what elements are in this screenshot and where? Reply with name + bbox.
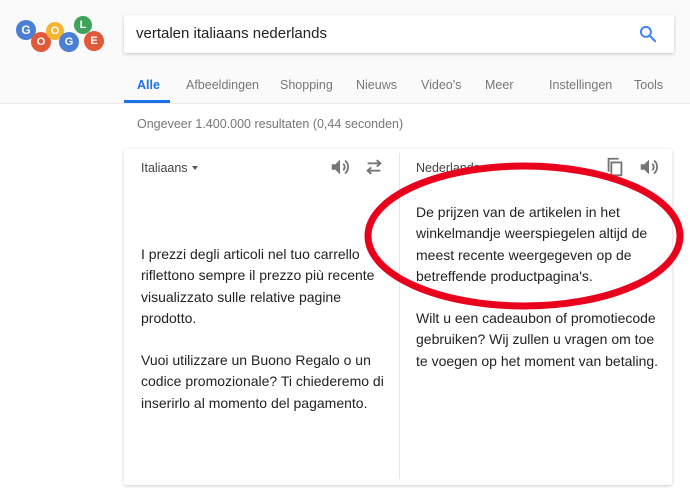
caret-down-icon xyxy=(191,166,198,170)
header: G O O G L E vertalen italiaans nederland… xyxy=(0,0,690,104)
search-input[interactable]: vertalen italiaans nederlands xyxy=(136,25,327,42)
source-paragraph: I prezzi degli articoli nel tuo carrello… xyxy=(141,246,375,326)
source-paragraph: Vuoi utilizzare un Buono Regalo o un cod… xyxy=(141,352,384,411)
search-tabs: Alle Afbeeldingen Shopping Nieuws Video'… xyxy=(0,74,690,104)
tab-news[interactable]: Nieuws xyxy=(356,78,397,92)
translator-card: Italiaans Nederlands I prezzi degli arti… xyxy=(124,149,672,485)
speaker-icon[interactable] xyxy=(329,156,351,178)
search-box[interactable]: vertalen italiaans nederlands xyxy=(124,15,674,53)
tab-images[interactable]: Afbeeldingen xyxy=(186,78,259,92)
tab-shopping[interactable]: Shopping xyxy=(280,78,333,92)
source-language-label: Italiaans xyxy=(141,161,188,175)
source-text[interactable]: I prezzi degli articoli nel tuo carrello… xyxy=(141,244,386,435)
panel-divider xyxy=(399,153,400,479)
translated-text: De prijzen van de artikelen in het winke… xyxy=(416,202,664,393)
logo-letter-g: G xyxy=(59,32,79,52)
logo-letter-e: E xyxy=(84,31,104,51)
doodle-logo[interactable]: G O O G L E xyxy=(14,14,104,54)
tab-more[interactable]: Meer xyxy=(485,78,513,92)
target-language-select[interactable]: Nederlands xyxy=(416,161,490,175)
translated-paragraph: De prijzen van de artikelen in het winke… xyxy=(416,204,648,284)
copy-icon[interactable] xyxy=(604,156,626,178)
tab-tools[interactable]: Tools xyxy=(634,78,663,92)
speaker-icon[interactable] xyxy=(638,156,660,178)
tab-settings[interactable]: Instellingen xyxy=(549,78,612,92)
source-language-select[interactable]: Italiaans xyxy=(141,161,198,175)
active-tab-indicator xyxy=(124,100,170,103)
tab-videos[interactable]: Video's xyxy=(421,78,461,92)
caret-down-icon xyxy=(483,166,490,170)
swap-languages-icon[interactable] xyxy=(363,156,385,178)
tab-all[interactable]: Alle xyxy=(137,78,160,92)
search-icon[interactable] xyxy=(638,24,658,44)
target-language-label: Nederlands xyxy=(416,161,480,175)
results-count: Ongeveer 1.400.000 resultaten (0,44 seco… xyxy=(137,117,404,131)
translated-paragraph: Wilt u een cadeaubon of promotiecode geb… xyxy=(416,310,659,369)
